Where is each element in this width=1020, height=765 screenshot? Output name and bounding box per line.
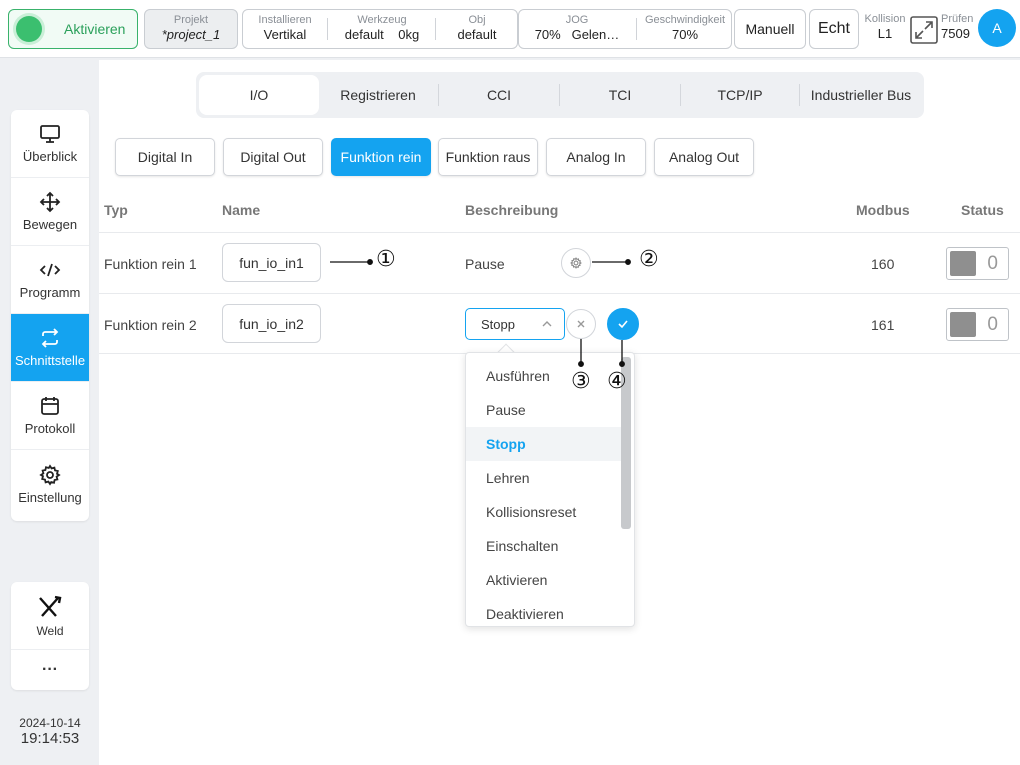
callout-lines <box>330 259 631 367</box>
callout-1: ① <box>376 247 396 272</box>
callout-2: ② <box>639 247 659 272</box>
callout-3: ③ <box>571 369 591 394</box>
callout-4: ④ <box>607 369 627 394</box>
